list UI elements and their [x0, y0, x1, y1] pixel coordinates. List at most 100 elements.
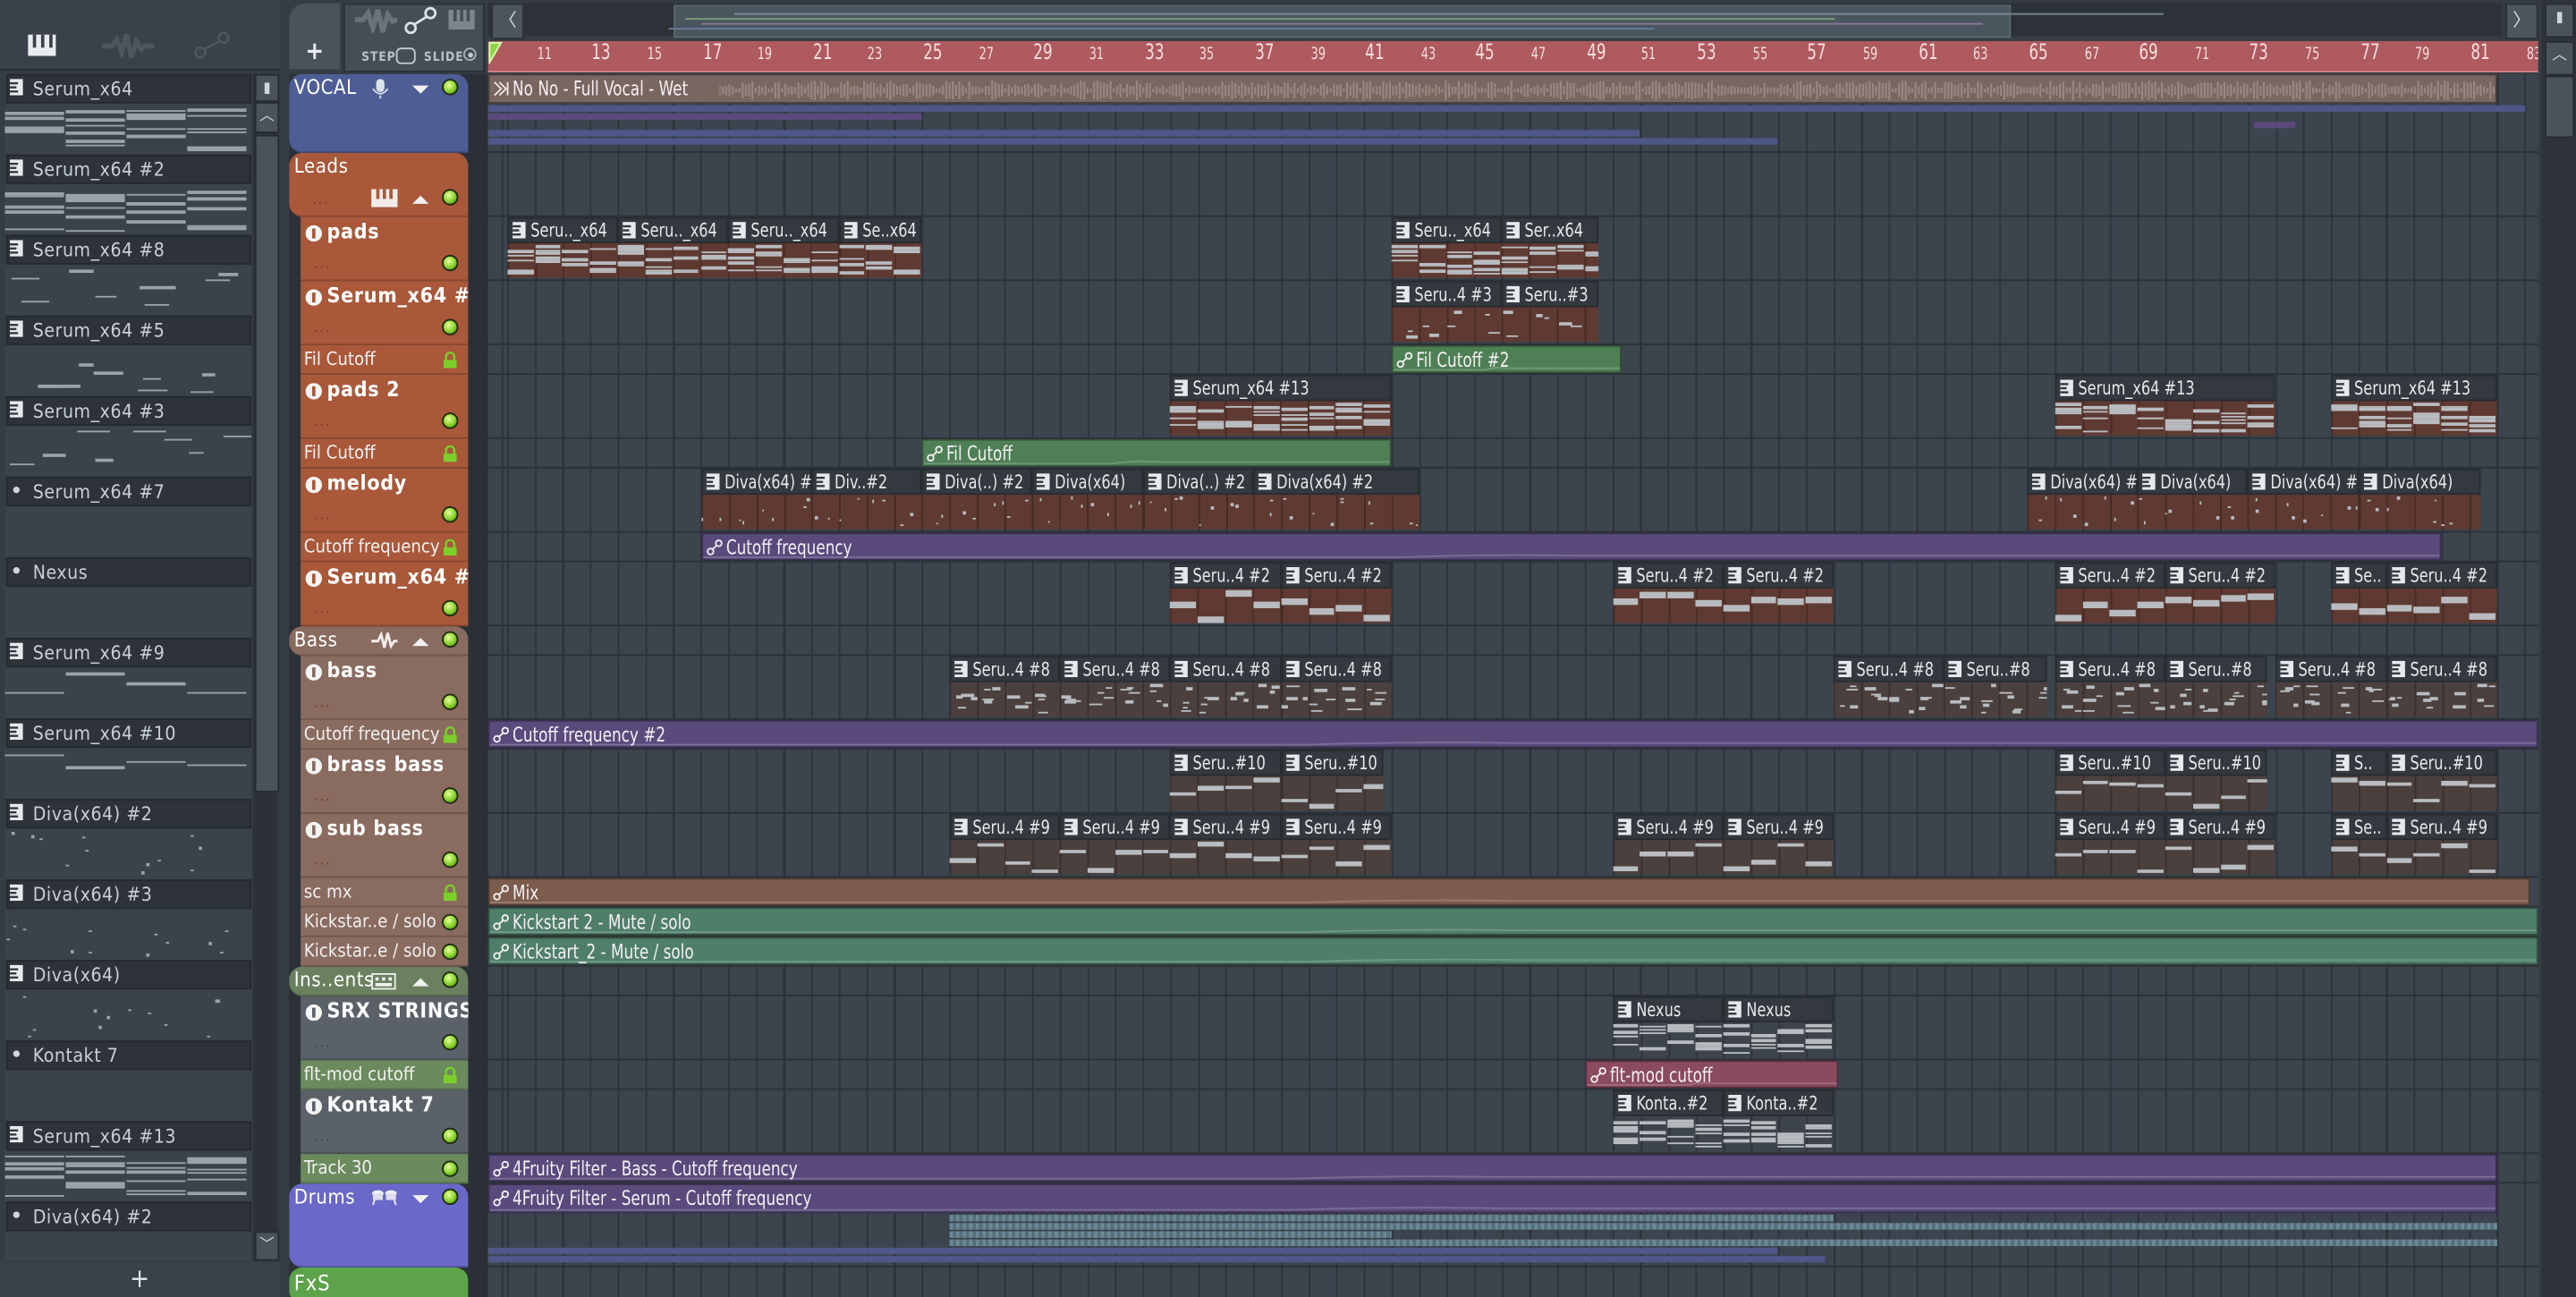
playlist-track-row[interactable]: Cutoff frequency #2 [487, 719, 2538, 750]
playlist-track-row[interactable]: Cutoff frequency [487, 532, 2538, 563]
pattern-clip[interactable]: Seru..4 #8 [1281, 656, 1392, 718]
track-header-cutoff-frequency[interactable]: Cutoff frequency [301, 532, 469, 563]
automation-clip[interactable]: 4Fruity Filter - Serum - Cutoff frequenc… [487, 1183, 2497, 1214]
track-enable-led[interactable] [442, 1033, 459, 1051]
playlist-track-row[interactable]: Seru.._x64 Seru.._x64 Seru.._x64 Se..x64 Ser… [487, 216, 2538, 282]
pattern-clip[interactable]: Seru..4 #8 [1059, 656, 1171, 718]
pattern-clip[interactable]: Seru..#10 [1281, 750, 1384, 812]
picker-scrollbar[interactable]: ▮ ︿ ﹀ [252, 73, 280, 1261]
pattern-clip[interactable]: Diva(x64) [1032, 468, 1143, 531]
pattern-clip[interactable]: Seru..#3 [1502, 281, 1599, 343]
pattern-clip[interactable]: Nexus [1612, 996, 1724, 1059]
track-header-kickstar-e-solo[interactable]: Kickstar..e / solo [301, 907, 469, 937]
pattern-clip-tool-icon[interactable] [448, 10, 475, 30]
picker-item[interactable]: Nexus [4, 557, 252, 640]
automation-clip[interactable]: Kickstart_2 - Mute / solo [487, 937, 2538, 965]
playlist-track-row[interactable]: flt-mod cutoff [487, 1060, 2538, 1090]
lock-icon[interactable] [443, 884, 457, 902]
picker-item[interactable]: Diva(x64) #2 [4, 799, 252, 882]
pattern-clip[interactable]: Seru..4 #9 [1612, 813, 1724, 877]
collapse-arrow-icon[interactable] [412, 194, 429, 206]
picker-item[interactable]: Diva(x64) #3 [4, 879, 252, 962]
playlist-track-row[interactable]: Fil Cutoff #2 [487, 344, 2538, 376]
pattern-clip[interactable]: Seru..4 #3 [1391, 281, 1503, 343]
pattern-clip[interactable]: Seru.._x64 [617, 216, 729, 280]
pattern-clip[interactable]: S.. [2331, 750, 2386, 812]
pattern-clip[interactable]: Konta..#2 [1612, 1089, 1724, 1152]
playlist-track-row[interactable]: Kickstart 2 - Mute / solo [487, 907, 2538, 937]
pattern-clip[interactable]: Seru..4 #8 [2385, 656, 2497, 718]
automation-filter-icon[interactable] [194, 31, 230, 59]
track-enable-led[interactable] [442, 787, 459, 804]
playlist-options-button[interactable]: ▮ [2545, 3, 2575, 38]
scroll-down-icon[interactable]: ﹀ [254, 1231, 280, 1261]
automation-clip[interactable]: Mix [487, 877, 2530, 906]
playlist-overview-scrollbar[interactable] [487, 3, 2503, 38]
picker-item[interactable]: Diva(x64) [4, 960, 252, 1043]
track-header-drums[interactable]: Drums [289, 1183, 469, 1267]
track-enable-led[interactable] [442, 318, 459, 335]
pattern-clip[interactable]: Seru..#8 [1944, 656, 2046, 718]
track-header-melody[interactable]: melody... [301, 468, 469, 533]
pattern-clip[interactable]: Seru..#10 [2385, 750, 2497, 812]
picker-item[interactable]: Serum_x64 #5 [4, 315, 252, 398]
timeline-ruler[interactable]: 11 13 15 17 19 21 23 25 27 29 31 33 35 37 39 41 43 45 47 49… [487, 40, 2538, 72]
pattern-clip[interactable]: Konta..#2 [1723, 1089, 1834, 1152]
track-header-sc-mx[interactable]: sc mx [301, 877, 469, 908]
track-enable-led[interactable] [442, 189, 459, 206]
pattern-clip[interactable]: Se.. [2331, 813, 2386, 877]
song-start-marker-icon[interactable] [487, 41, 503, 64]
playlist-track-row[interactable]: Seru..4 #9 Seru..4 #9 Seru..4 #9 Seru..4 #9… [487, 813, 2538, 878]
playlist-track-row[interactable] [487, 626, 2538, 657]
track-header-kontakt-7[interactable]: Kontakt 7... [301, 1089, 469, 1155]
picker-item[interactable]: Serum_x64 #9 [4, 638, 252, 720]
automation-clip[interactable]: 4Fruity Filter - Bass - Cutoff frequency [487, 1154, 2497, 1183]
picker-item[interactable]: Serum_x64 #8 [4, 234, 252, 318]
pattern-clip[interactable]: Diva(x64) #2 [700, 468, 811, 531]
pattern-clip[interactable]: Seru..#10 [2165, 750, 2267, 812]
track-header-brass-bass[interactable]: brass bass... [301, 750, 469, 814]
pattern-clip[interactable]: Diva(x64) #2 [1253, 468, 1419, 531]
pattern-clip[interactable]: Seru..4 #9 [949, 813, 1060, 877]
track-enable-led[interactable] [442, 913, 459, 931]
playlist-track-row[interactable]: Nexus Nexus [487, 996, 2538, 1061]
pattern-clip[interactable]: Seru..4 #8 [1833, 656, 1945, 718]
pattern-clip[interactable]: Seru..4 #8 [949, 656, 1060, 718]
playlist-track-row[interactable]: Kickstart_2 - Mute / solo [487, 937, 2538, 967]
playlist-track-row[interactable] [487, 153, 2538, 217]
scroll-up-icon[interactable]: ︿ [254, 101, 280, 133]
pattern-clip[interactable]: Seru..4 #2 [1723, 562, 1834, 625]
track-enable-led[interactable] [442, 631, 459, 648]
track-header-fil-cutoff[interactable]: Fil Cutoff [301, 344, 469, 376]
playlist-track-row[interactable]: Serum_x64 #13 Serum_x64 #13 Serum_x64 #13 [487, 375, 2538, 439]
pattern-clip[interactable]: Seru..4 #8 [2275, 656, 2386, 718]
pattern-clip[interactable]: Seru..4 #9 [1170, 813, 1282, 877]
picker-item[interactable]: Serum_x64 #2 [4, 154, 252, 237]
lock-icon[interactable] [443, 726, 457, 743]
pattern-clip[interactable]: Diva(..) #2 [921, 468, 1033, 531]
track-enable-led[interactable] [442, 943, 459, 961]
lock-icon[interactable] [443, 538, 457, 556]
playlist-track-row[interactable]: Mix [487, 877, 2538, 908]
picker-add-button[interactable]: + [0, 1262, 280, 1297]
slide-toggle[interactable] [462, 47, 477, 61]
track-header-cutoff-frequency[interactable]: Cutoff frequency [301, 719, 469, 750]
pattern-clip[interactable]: Seru..4 #2 [2165, 562, 2276, 625]
pattern-clip[interactable]: Seru..4 #2 [2055, 562, 2165, 625]
automation-clip-tool-icon[interactable] [404, 6, 437, 35]
pattern-clip[interactable]: Div..#2 [810, 468, 922, 531]
piano-roll-filter-icon[interactable] [28, 34, 56, 56]
pattern-clip[interactable]: Seru..4 #9 [1723, 813, 1834, 877]
pattern-clip[interactable]: Diva(x64) [2358, 468, 2480, 531]
track-enable-led[interactable] [442, 1160, 459, 1177]
pattern-clip[interactable]: Nexus [1723, 996, 1834, 1059]
playlist-track-row[interactable]: Fil Cutoff [487, 438, 2538, 469]
track-header-fil-cutoff[interactable]: Fil Cutoff [301, 438, 469, 469]
expand-arrow-icon[interactable] [412, 1193, 429, 1205]
pattern-clip[interactable]: Seru..4 #2 [1281, 562, 1392, 625]
track-header-sub-bass[interactable]: sub bass... [301, 813, 469, 878]
playlist-track-row[interactable]: 4Fruity Filter - Serum - Cutoff frequenc… [487, 1183, 2538, 1267]
picker-item[interactable]: Kontakt 7 [4, 1040, 252, 1123]
pattern-clip[interactable]: Seru..4 #2 [1612, 562, 1724, 625]
picker-scroll-options-button[interactable]: ▮ [254, 73, 280, 102]
